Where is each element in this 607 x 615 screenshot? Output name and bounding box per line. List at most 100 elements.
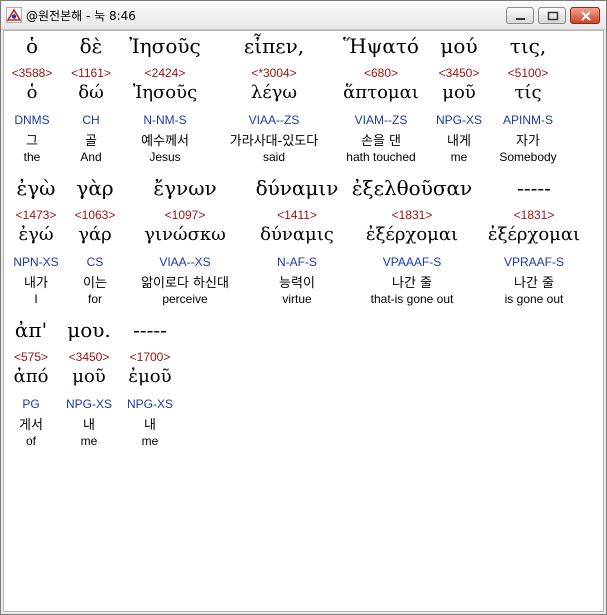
english-gloss: me bbox=[141, 434, 159, 448]
greek-word: εἶπεν, bbox=[243, 34, 305, 58]
lemma: ἐμοῦ bbox=[128, 366, 172, 387]
lemma: γάρ bbox=[78, 224, 112, 245]
greek-word: ----- bbox=[517, 176, 551, 200]
korean-gloss: 자가 bbox=[516, 134, 540, 149]
english-gloss: perceive bbox=[162, 292, 208, 306]
korean-gloss: 내 bbox=[83, 418, 95, 433]
minimize-button[interactable] bbox=[506, 7, 534, 24]
strong-number: <575> bbox=[13, 350, 49, 364]
english-gloss: me bbox=[80, 434, 98, 448]
korean-gloss: 앎이로다 하신대 bbox=[141, 276, 229, 291]
korean-gloss: 이는 bbox=[83, 276, 107, 291]
english-gloss: that-is gone out bbox=[370, 292, 454, 306]
strong-number: <3450> bbox=[438, 66, 480, 80]
morph-code: APINM-S bbox=[502, 113, 554, 127]
greek-word: ----- bbox=[133, 318, 167, 342]
greek-word: γὰρ bbox=[76, 176, 114, 200]
strong-number: <1063> bbox=[74, 208, 116, 222]
strong-number: <1700> bbox=[129, 350, 171, 364]
strong-number: <3450> bbox=[68, 350, 110, 364]
morph-code: PG bbox=[22, 397, 40, 411]
strong-number: <5100> bbox=[507, 66, 549, 80]
greek-word: ἀπ' bbox=[14, 318, 48, 342]
greek-word: ὁ bbox=[25, 34, 39, 58]
greek-word: Ἥψατό bbox=[343, 34, 419, 58]
morph-code: N-AF-S bbox=[277, 255, 317, 269]
morph-code: VPAAAF-S bbox=[382, 255, 442, 269]
title-bar[interactable]: @원전본해 - 눅 8:46 bbox=[1, 1, 606, 30]
english-gloss: for bbox=[87, 292, 103, 306]
morph-code: VPRAAF-S bbox=[503, 255, 565, 269]
english-gloss: me bbox=[450, 150, 468, 164]
strong-number: <1411> bbox=[277, 208, 317, 222]
morph-code: NPG-XS bbox=[126, 397, 174, 411]
strong-number: <1831> bbox=[391, 208, 433, 222]
lemma: δώ bbox=[78, 82, 104, 103]
lemma: τίς bbox=[514, 82, 542, 103]
lemma: ἅπτομαι bbox=[343, 82, 419, 103]
korean-gloss: 능력이 bbox=[279, 276, 315, 291]
korean-gloss: 내 bbox=[144, 418, 156, 433]
english-gloss: And bbox=[80, 150, 102, 164]
korean-gloss: 예수께서 bbox=[141, 134, 189, 149]
greek-word: ἐγὼ bbox=[16, 176, 56, 200]
morph-code: CH bbox=[82, 113, 100, 127]
greek-word: τις, bbox=[509, 34, 547, 58]
morph-code: NPG-XS bbox=[435, 113, 483, 127]
greek-word: Ἰησοῦς bbox=[129, 34, 201, 58]
english-gloss: said bbox=[262, 150, 286, 164]
strong-number: <680> bbox=[363, 66, 399, 80]
korean-gloss: 내가 bbox=[24, 276, 48, 291]
morph-code: NPG-XS bbox=[65, 397, 113, 411]
strong-number: <1831> bbox=[513, 208, 555, 222]
english-gloss: the bbox=[23, 150, 41, 164]
strong-number: <2424> bbox=[144, 66, 186, 80]
korean-gloss: 그 bbox=[26, 134, 38, 149]
korean-gloss: 손을 댄 bbox=[360, 134, 402, 149]
strong-number: <*3004> bbox=[251, 66, 297, 80]
english-gloss: Jesus bbox=[149, 150, 181, 164]
english-gloss: hath touched bbox=[346, 150, 416, 164]
close-button[interactable] bbox=[570, 7, 600, 24]
lemma: ἐγώ bbox=[18, 224, 54, 245]
close-icon bbox=[581, 11, 591, 21]
morph-code: NPN-XS bbox=[13, 255, 59, 269]
greek-word: ἔγνων bbox=[153, 176, 217, 200]
korean-gloss: 나간 줄 bbox=[391, 276, 433, 291]
maximize-icon bbox=[547, 11, 559, 21]
english-gloss: I bbox=[34, 292, 38, 306]
app-logo-icon[interactable] bbox=[6, 7, 22, 23]
strong-number: <3588> bbox=[11, 66, 53, 80]
lemma: ἀπό bbox=[13, 366, 49, 387]
morph-code: DNMS bbox=[14, 113, 50, 127]
english-gloss: of bbox=[25, 434, 37, 448]
korean-gloss: 나간 줄 bbox=[513, 276, 555, 291]
lemma: μοῦ bbox=[442, 82, 476, 103]
morph-code: CS bbox=[86, 255, 104, 269]
maximize-button[interactable] bbox=[538, 7, 566, 24]
english-gloss: Somebody bbox=[499, 150, 557, 164]
greek-word: μού bbox=[440, 34, 478, 58]
interlinear-panel[interactable]: ὁ <3588> ὁ DNMS 그 the δὲ <1161> δώ CH 골 … bbox=[3, 30, 604, 612]
strong-number: <1473> bbox=[15, 208, 57, 222]
lemma: ἐξέρχομαι bbox=[487, 224, 581, 245]
greek-word: ἐξελθοῦσαν bbox=[351, 176, 473, 200]
lemma: λέγω bbox=[250, 82, 298, 103]
lemma: ὁ bbox=[26, 82, 38, 103]
greek-word: δὲ bbox=[79, 34, 103, 58]
strong-number: <1161> bbox=[71, 66, 111, 80]
english-gloss: is gone out bbox=[504, 292, 564, 306]
korean-gloss: 골 bbox=[85, 134, 97, 149]
lemma: δύναμις bbox=[260, 224, 334, 245]
morph-code: VIAA--XS bbox=[159, 255, 211, 269]
korean-gloss: 가라사대-있도다 bbox=[229, 134, 319, 149]
app-window: @원전본해 - 눅 8:46 ὁ <3588> ὁ DNMS 그 the δὲ … bbox=[0, 0, 607, 615]
lemma: γινώσκω bbox=[144, 224, 226, 245]
morph-code: VIAM--ZS bbox=[354, 113, 408, 127]
greek-word: δύναμιν bbox=[255, 176, 339, 200]
strong-number: <1097> bbox=[164, 208, 206, 222]
minimize-icon bbox=[516, 18, 525, 20]
korean-gloss: 게서 bbox=[19, 418, 43, 433]
english-gloss: virtue bbox=[282, 292, 312, 306]
lemma: μοῦ bbox=[72, 366, 106, 387]
